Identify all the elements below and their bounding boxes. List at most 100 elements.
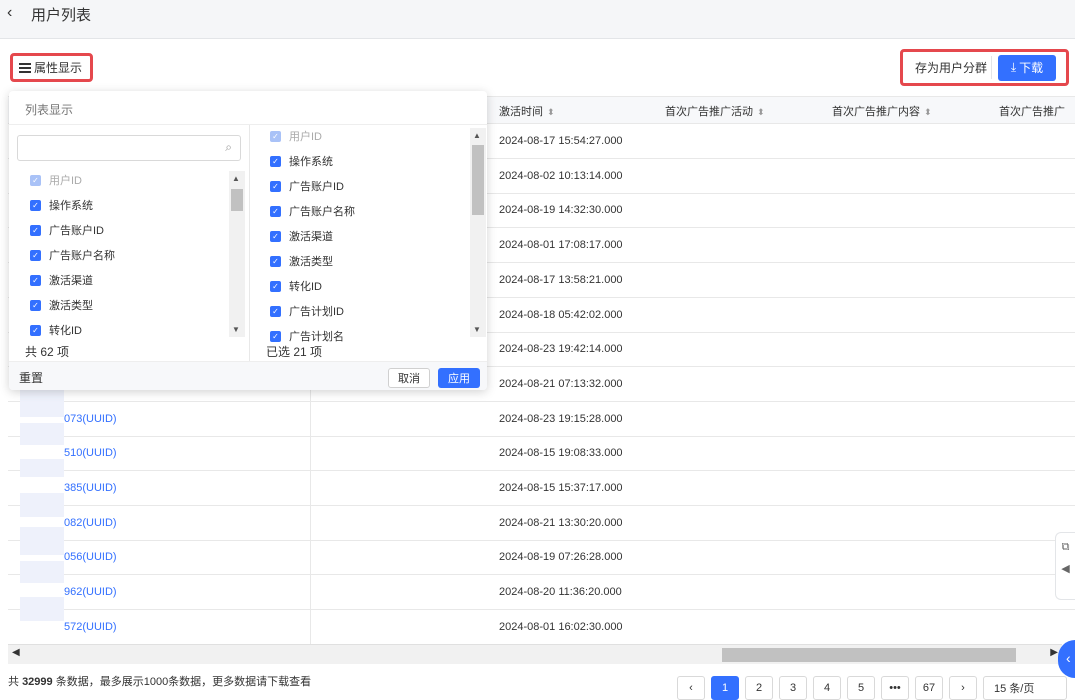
column-display-popover: 列表显示 ⌕ ✓ 用户ID ✓ 操作系统 ✓ 广告账户ID ✓ 广告账户名称 ✓ 激活渠道 ✓ 激活类…: [9, 91, 487, 390]
chevron-left-float-icon[interactable]: ‹: [1058, 640, 1075, 678]
table-row[interactable]: 056(UUID) 2024-08-19 07:26:28.000: [8, 540, 1075, 576]
activation-time-cell: 2024-08-01 16:02:30.000: [499, 620, 623, 633]
checkbox-checked-icon[interactable]: ✓: [270, 255, 281, 267]
column-option[interactable]: ✓ 转化ID: [30, 321, 82, 339]
column-option[interactable]: ✓ 操作系统: [270, 152, 333, 170]
export-icon[interactable]: ⧉: [1056, 541, 1075, 554]
table-row[interactable]: 082(UUID) 2024-08-21 13:30:20.000: [8, 506, 1075, 541]
checkbox-checked-icon[interactable]: ✓: [30, 199, 41, 211]
user-id-link[interactable]: 082(UUID): [64, 517, 117, 529]
popover-footer: 重置 取消 应用: [9, 361, 487, 390]
scroll-right-icon[interactable]: ▶: [1050, 647, 1058, 658]
prev-page-icon[interactable]: ‹: [677, 676, 705, 700]
checkbox-checked-icon[interactable]: ✓: [270, 205, 281, 217]
activation-time-cell: 2024-08-15 15:37:17.000: [499, 482, 623, 494]
redacted-mask: [20, 423, 64, 445]
sort-icon[interactable]: ⬍: [757, 107, 765, 117]
table-row[interactable]: 572(UUID) 2024-08-01 16:02:30.000: [8, 610, 1075, 644]
page-size-select[interactable]: 15 条/页: [983, 676, 1067, 700]
cancel-button[interactable]: 取消: [388, 368, 430, 388]
sort-icon[interactable]: ⬍: [924, 107, 932, 117]
checkbox-checked-icon[interactable]: ✓: [270, 305, 281, 317]
right-list-scrollbar[interactable]: ▲ ▼: [470, 128, 486, 337]
column-option[interactable]: ✓ 转化ID: [270, 277, 322, 295]
reset-button[interactable]: 重置: [19, 369, 43, 386]
scrollbar-thumb[interactable]: [722, 648, 1016, 662]
next-page-icon[interactable]: ›: [949, 676, 977, 700]
user-id-link[interactable]: 385(UUID): [64, 482, 117, 494]
checkbox-checked-icon[interactable]: ✓: [30, 324, 41, 336]
checkbox-checked-icon[interactable]: ✓: [270, 280, 281, 292]
user-id-link[interactable]: 572(UUID): [64, 621, 117, 633]
page-button[interactable]: 2: [745, 676, 773, 700]
column-option-label: 广告账户名称: [49, 250, 115, 262]
column-option[interactable]: ✓ 激活类型: [270, 252, 333, 270]
column-option[interactable]: ✓ 广告账户ID: [270, 177, 344, 195]
column-option[interactable]: ✓ 激活类型: [30, 296, 93, 314]
column-option[interactable]: ✓ 激活渠道: [270, 227, 333, 245]
page-button[interactable]: 4: [813, 676, 841, 700]
redacted-mask: [20, 527, 64, 555]
column-option[interactable]: ✓ 广告账户名称: [30, 246, 115, 264]
table-actions: 存为用户分群 ⤓ 下载: [900, 49, 1069, 86]
column-option-label: 广告计划名: [289, 331, 344, 343]
checkbox-checked-icon[interactable]: ✓: [30, 299, 41, 311]
column-option-label: 用户ID: [49, 175, 82, 187]
scroll-up-icon[interactable]: ▲: [473, 131, 481, 140]
user-id-link[interactable]: 056(UUID): [64, 551, 117, 563]
scroll-up-icon[interactable]: ▲: [232, 174, 240, 183]
checkbox-checked-icon[interactable]: ✓: [30, 224, 41, 236]
divider: [249, 125, 250, 361]
activation-time-cell: 2024-08-17 13:58:21.000: [499, 273, 623, 286]
column-option-label: 激活类型: [289, 256, 333, 268]
activation-time-cell: 2024-08-19 07:26:28.000: [499, 551, 623, 564]
user-id-link[interactable]: 510(UUID): [64, 447, 117, 459]
checkbox-checked-icon[interactable]: ✓: [270, 155, 281, 167]
download-button[interactable]: ⤓ 下载: [998, 54, 1057, 81]
chevron-left-icon[interactable]: ‹: [7, 4, 12, 22]
scrollbar-thumb[interactable]: [472, 145, 484, 215]
page-button[interactable]: 67: [915, 676, 943, 700]
checkbox-checked-icon: ✓: [270, 130, 281, 142]
column-search-input[interactable]: ⌕: [17, 135, 241, 161]
save-as-segment-button[interactable]: 存为用户分群: [911, 56, 993, 79]
column-option[interactable]: ✓ 广告计划ID: [270, 302, 344, 320]
table-row[interactable]: 073(UUID) 2024-08-23 19:15:28.000: [8, 402, 1075, 437]
column-header-first-ad-promo[interactable]: 首次广告推广: [999, 103, 1065, 119]
column-option[interactable]: ✓ 广告账户ID: [30, 221, 104, 239]
table-row[interactable]: 510(UUID) 2024-08-15 19:08:33.000: [8, 436, 1075, 472]
scroll-down-icon[interactable]: ▼: [232, 325, 240, 334]
checkbox-checked-icon[interactable]: ✓: [30, 249, 41, 261]
sort-icon[interactable]: ⬍: [547, 107, 555, 117]
column-option[interactable]: ✓ 广告账户名称: [270, 202, 355, 220]
scrollbar-thumb[interactable]: [231, 189, 243, 211]
page-button[interactable]: 5: [847, 676, 875, 700]
horizontal-scrollbar[interactable]: ◀ ▶: [8, 644, 1062, 664]
checkbox-checked-icon[interactable]: ✓: [270, 230, 281, 242]
checkbox-checked-icon[interactable]: ✓: [270, 330, 281, 342]
attribute-display-label: 属性显示: [34, 61, 83, 75]
column-option[interactable]: ✓ 激活渠道: [30, 271, 93, 289]
left-list-scrollbar[interactable]: ▲ ▼: [229, 171, 245, 337]
column-option[interactable]: ✓ 操作系统: [30, 196, 93, 214]
page-button[interactable]: 1: [711, 676, 739, 700]
scroll-down-icon[interactable]: ▼: [473, 325, 481, 334]
apply-button[interactable]: 应用: [438, 368, 480, 388]
table-row[interactable]: 962(UUID) 2024-08-20 11:36:20.000: [8, 575, 1075, 611]
scroll-left-icon[interactable]: ◀: [12, 647, 20, 658]
column-header-activation-time[interactable]: 激活时间 ⬍: [499, 103, 555, 119]
column-header-first-ad-campaign[interactable]: 首次广告推广活动 ⬍: [665, 103, 765, 119]
user-id-link[interactable]: 962(UUID): [64, 586, 117, 598]
user-id-link[interactable]: 073(UUID): [64, 413, 117, 425]
total-count: 共 62 项: [25, 345, 70, 359]
page-ellipsis[interactable]: •••: [881, 676, 909, 700]
activation-time-cell: 2024-08-15 19:08:33.000: [499, 447, 623, 460]
table-row[interactable]: 385(UUID) 2024-08-15 15:37:17.000: [8, 471, 1075, 506]
page-button[interactable]: 3: [779, 676, 807, 700]
checkbox-checked-icon[interactable]: ✓: [30, 274, 41, 286]
collapse-left-icon[interactable]: ◀: [1056, 562, 1075, 575]
checkbox-checked-icon[interactable]: ✓: [270, 180, 281, 192]
column-header-first-ad-content[interactable]: 首次广告推广内容 ⬍: [832, 103, 932, 119]
column-option: ✓ 用户ID: [30, 171, 82, 189]
attribute-display-button[interactable]: 属性显示: [10, 53, 93, 82]
